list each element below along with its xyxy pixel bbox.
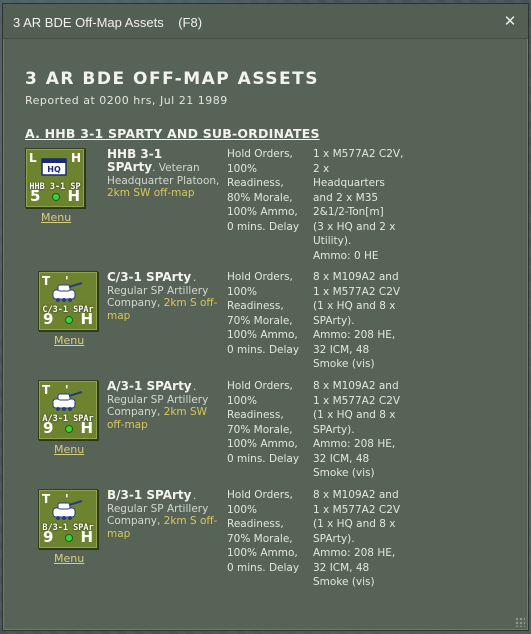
unit-location: 2km SW off-map: [107, 187, 195, 199]
sp-artillery-icon: [52, 391, 83, 411]
report-timestamp: Reported at 0200 hrs, Jul 21 1989: [25, 94, 228, 107]
unit-entry-b-3-1: T ' B/3-1 SPAr 9 H Menu B/3-1 SPArty . R…: [3, 489, 528, 589]
status-dot: [65, 425, 73, 433]
unit-counter[interactable]: T ' B/3-1 SPAr 9 H: [38, 489, 98, 549]
window-titlebar[interactable]: 3 AR BDE Off-Map Assets (F8) ✕: [3, 4, 528, 39]
unit-description: . Regular SP Artillery Company, 2km S of…: [107, 272, 225, 322]
unit-name-line2: SPArty: [107, 160, 153, 174]
counter-type-label: H: [70, 151, 81, 165]
counter-strength: 9: [43, 528, 54, 546]
status-dot: [52, 193, 60, 201]
svg-text:HQ: HQ: [47, 165, 61, 174]
unit-entry-c-3-1: T ' C/3-1 SPAr 9 H Menu C/3-1 SPArty . R…: [3, 271, 528, 371]
counter-size-label: L: [29, 151, 37, 165]
unit-equipment: 1 x M577A2 C2V, 2 x Headquarters and 2 x…: [313, 148, 404, 262]
counter-strength: 9: [43, 419, 54, 437]
report-title: 3 AR BDE OFF-MAP ASSETS: [25, 69, 320, 89]
close-icon[interactable]: ✕: [500, 11, 520, 31]
unit-equipment: 8 x M109A2 and 1 x M577A2 C2V (1 x HQ an…: [313, 489, 401, 588]
unit-menu-link[interactable]: Menu: [54, 443, 84, 456]
unit-orders-status: Hold Orders, 100% Readiness, 70% Morale,…: [227, 489, 300, 574]
unit-counter[interactable]: L H HQ HHB 3-1 SP 5 H: [25, 148, 85, 208]
unit-name-line1: HHB 3-1: [107, 147, 163, 161]
counter-class: H: [80, 419, 93, 437]
section-heading: A. HHB 3-1 SPARTY AND SUB-ORDINATES: [25, 126, 320, 141]
unit-equipment: 8 x M109A2 and 1 x M577A2 C2V (1 x HQ an…: [313, 271, 401, 370]
unit-orders-status: Hold Orders, 100% Readiness, 80% Morale,…: [227, 148, 300, 233]
unit-menu-link[interactable]: Menu: [54, 552, 84, 565]
window-title: 3 AR BDE Off-Map Assets (F8): [13, 15, 203, 30]
unit-menu-link[interactable]: Menu: [41, 211, 71, 224]
unit-menu-link[interactable]: Menu: [54, 334, 84, 347]
unit-orders-status: Hold Orders, 100% Readiness, 70% Morale,…: [227, 380, 300, 465]
sp-artillery-icon: [52, 500, 83, 520]
unit-orders-status: Hold Orders, 100% Readiness, 70% Morale,…: [227, 271, 300, 356]
unit-counter[interactable]: T ' A/3-1 SPAr 9 H: [38, 380, 98, 440]
hq-unit-icon: HQ: [41, 158, 67, 176]
off-map-assets-window: 3 AR BDE Off-Map Assets (F8) ✕ 3 AR BDE …: [2, 3, 529, 631]
unit-counter[interactable]: T ' C/3-1 SPAr 9 H: [38, 271, 98, 331]
counter-strength: 5: [30, 187, 41, 205]
status-dot: [65, 316, 73, 324]
unit-equipment: 8 x M109A2 and 1 x M577A2 C2V (1 x HQ an…: [313, 380, 401, 479]
counter-class: H: [80, 528, 93, 546]
unit-description: SPArty. Veteran Headquarter Platoon, 2km…: [107, 161, 225, 200]
resize-grip[interactable]: [515, 617, 525, 627]
report-content: 3 AR BDE OFF-MAP ASSETS Reported at 0200…: [3, 38, 528, 630]
unit-description: . Regular SP Artillery Company, 2km S of…: [107, 490, 225, 540]
unit-description: . Regular SP Artillery Company, 2km SW o…: [107, 381, 225, 431]
counter-strength: 9: [43, 310, 54, 328]
sp-artillery-icon: [52, 282, 83, 302]
unit-entry-a-3-1: T ' A/3-1 SPAr 9 H Menu A/3-1 SPArty . R…: [3, 380, 528, 480]
counter-class: H: [80, 310, 93, 328]
counter-class: H: [67, 187, 80, 205]
status-dot: [65, 534, 73, 542]
unit-entry-hhb: L H HQ HHB 3-1 SP 5 H Menu HHB 3-1 SPArt…: [3, 147, 528, 262]
